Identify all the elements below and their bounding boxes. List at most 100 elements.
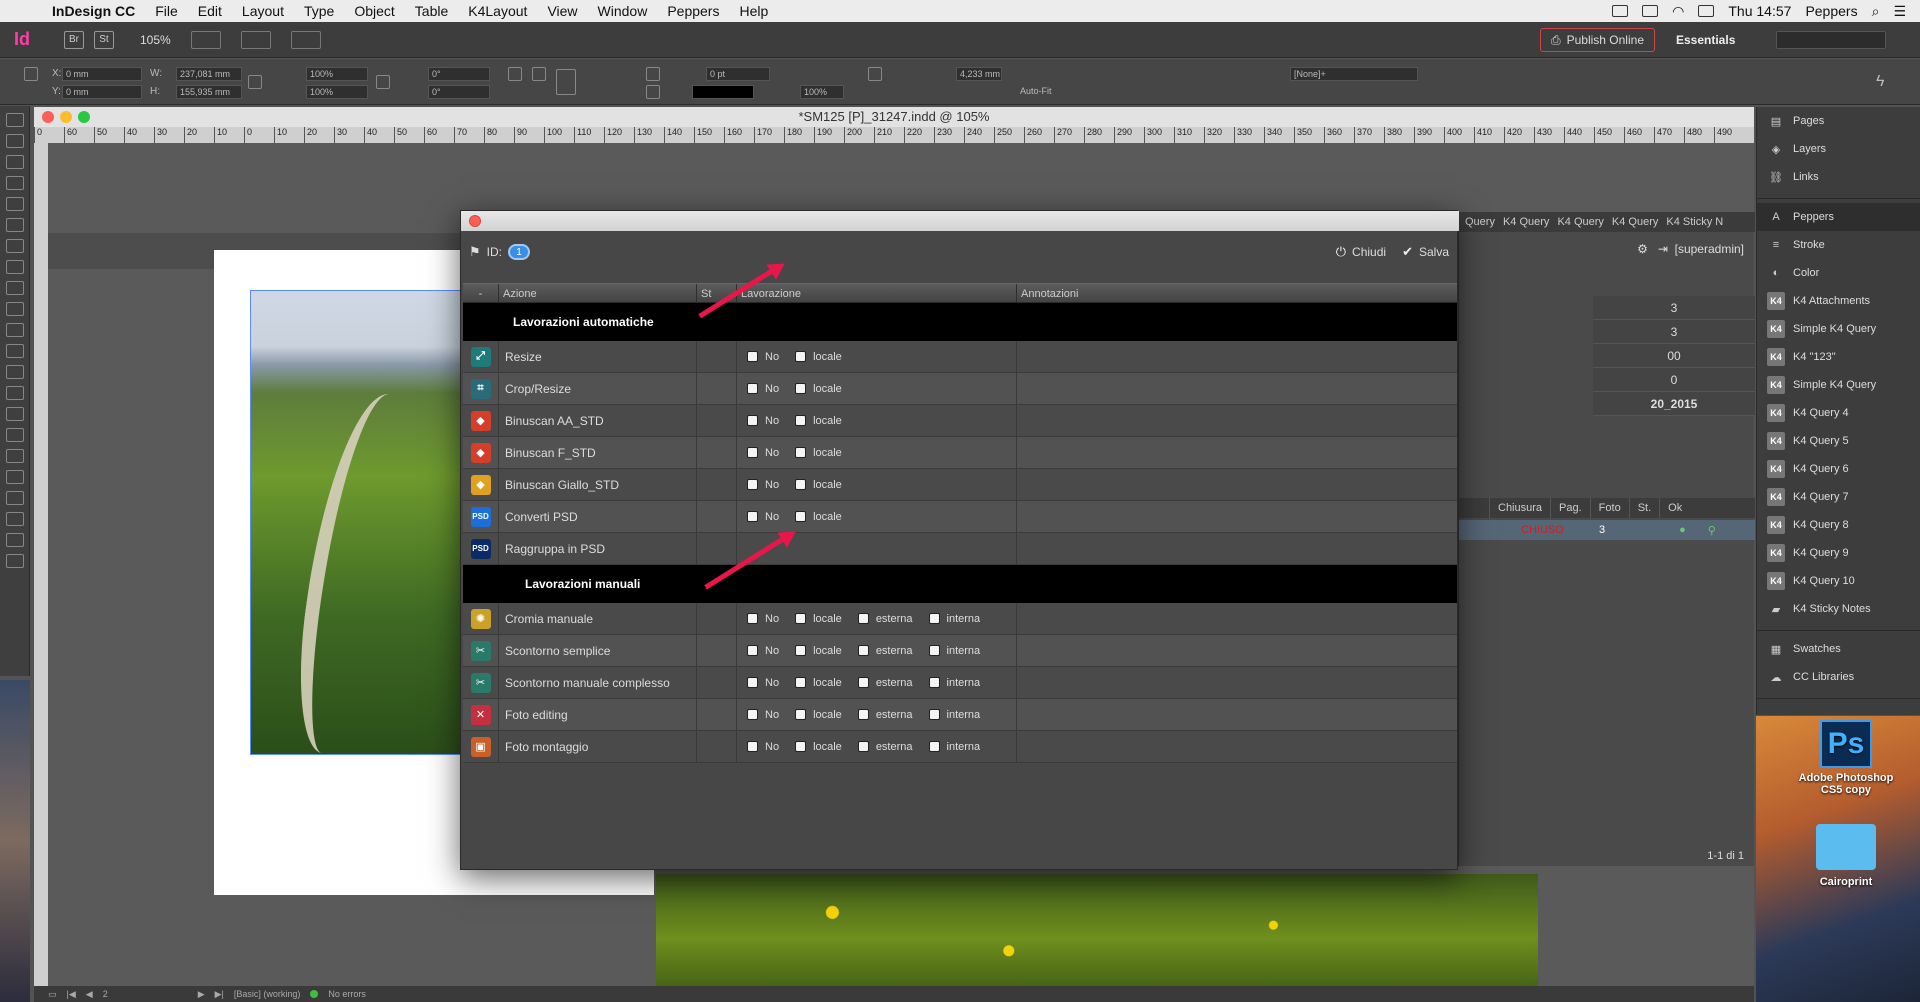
spotlight-icon[interactable]: ⌕	[1872, 3, 1880, 20]
esterna-checkbox[interactable]	[857, 741, 869, 752]
esterna-checkbox[interactable]	[857, 645, 869, 656]
first-page-icon[interactable]: |◀	[67, 989, 76, 1000]
option-no[interactable]: No	[747, 741, 779, 753]
option-no[interactable]: No	[747, 613, 779, 625]
interna-checkbox[interactable]	[928, 677, 940, 688]
view-options-button[interactable]	[190, 30, 221, 49]
annotazioni-cell[interactable]	[1017, 731, 1457, 763]
panel-item[interactable]: K4 K4 Query 9	[1757, 539, 1920, 567]
locale-checkbox[interactable]	[795, 415, 807, 426]
option-locale[interactable]: locale	[795, 741, 842, 753]
logout-icon[interactable]: ⇥	[1658, 242, 1668, 256]
interna-checkbox[interactable]	[928, 645, 940, 656]
annotazioni-cell[interactable]	[1017, 341, 1457, 373]
k4-tab-query-3[interactable]: K4 Query	[1557, 216, 1603, 228]
fill-stroke-icon[interactable]	[5, 512, 24, 526]
prev-page-icon[interactable]: ◀	[86, 989, 93, 1000]
preflight-icon[interactable]: ▭	[48, 989, 57, 1000]
annotazioni-cell[interactable]	[1017, 603, 1457, 635]
errors-status[interactable]: No errors	[328, 989, 366, 999]
zoom-level[interactable]: 105%	[140, 33, 171, 47]
locale-checkbox[interactable]	[795, 741, 807, 752]
autofit-label[interactable]: Auto-Fit	[1020, 86, 1052, 96]
publish-online-button[interactable]: ⎙ Publish Online	[1540, 28, 1655, 52]
table-row[interactable]: ✺ Cromia manuale No locale esterna interna	[463, 602, 1457, 635]
direct-selection-tool-icon[interactable]	[5, 134, 24, 148]
option-esterna[interactable]: esterna	[857, 741, 913, 753]
landscape-image-frame[interactable]	[250, 290, 470, 761]
annotazioni-cell[interactable]	[1017, 437, 1457, 469]
x-field[interactable]: 0 mm	[62, 67, 142, 81]
option-locale[interactable]: locale	[795, 479, 842, 491]
option-no[interactable]: No	[747, 447, 779, 459]
page-number[interactable]: 2	[103, 989, 108, 999]
width-field[interactable]: 237,081 mm	[176, 67, 242, 81]
dimension-field[interactable]: 4,233 mm	[956, 67, 1002, 81]
interna-checkbox[interactable]	[928, 709, 940, 720]
gradient-tool-icon[interactable]	[5, 386, 24, 400]
col-ok[interactable]: Ok	[1659, 498, 1690, 518]
locale-checkbox[interactable]	[795, 709, 807, 720]
stroke-type-select[interactable]	[692, 85, 754, 99]
table-row[interactable]: ✂ Scontorno semplice No locale esterna intern…	[463, 634, 1457, 667]
last-page-icon[interactable]: ▶|	[215, 989, 224, 1000]
esterna-checkbox[interactable]	[857, 709, 869, 720]
panel-item[interactable]: ◈ Layers	[1757, 135, 1920, 163]
shear-field[interactable]: 0°	[428, 85, 490, 99]
menu-view[interactable]: View	[537, 3, 587, 19]
col-foto[interactable]: Foto	[1589, 498, 1629, 518]
annotazioni-cell[interactable]	[1017, 635, 1457, 667]
table-row[interactable]: ▣ Foto montaggio No locale esterna interna	[463, 730, 1457, 763]
option-no[interactable]: No	[747, 383, 779, 395]
locale-checkbox[interactable]	[795, 613, 807, 624]
reference-point-icon[interactable]	[24, 67, 38, 81]
locale-checkbox[interactable]	[795, 447, 807, 458]
panel-item[interactable]: K4 K4 Query 4	[1757, 399, 1920, 427]
y-field[interactable]: 0 mm	[62, 85, 142, 99]
menu-app[interactable]: InDesign CC	[34, 3, 145, 19]
object-style-select[interactable]: [None]+	[1290, 67, 1418, 81]
option-no[interactable]: No	[747, 479, 779, 491]
interna-checkbox[interactable]	[928, 741, 940, 752]
no-checkbox[interactable]	[747, 415, 758, 426]
rectangle-tool-icon[interactable]	[5, 323, 24, 337]
col-st[interactable]: St.	[1628, 498, 1659, 518]
locale-checkbox[interactable]	[795, 645, 807, 656]
table-row[interactable]: ⤢ Resize No locale	[463, 340, 1457, 373]
menu-edit[interactable]: Edit	[188, 3, 232, 19]
esterna-checkbox[interactable]	[857, 677, 869, 688]
esterna-checkbox[interactable]	[857, 613, 869, 624]
scale-x-field[interactable]: 100%	[306, 67, 368, 81]
option-esterna[interactable]: esterna	[857, 677, 913, 689]
option-esterna[interactable]: esterna	[857, 709, 913, 721]
table-row[interactable]: ◆ Binuscan F_STD No locale	[463, 436, 1457, 469]
option-interna[interactable]: interna	[928, 677, 980, 689]
apply-none-icon[interactable]	[5, 533, 24, 547]
option-interna[interactable]: interna	[928, 645, 980, 657]
option-locale[interactable]: locale	[795, 415, 842, 427]
vertical-ruler[interactable]	[34, 143, 48, 993]
rotate-cw-icon[interactable]	[508, 67, 522, 81]
rotate-field[interactable]: 0°	[428, 67, 490, 81]
k4-tab-query-2[interactable]: K4 Query	[1503, 216, 1549, 228]
photoshop-desktop-icon[interactable]: Ps Adobe Photoshop CS5 copy	[1796, 720, 1896, 796]
chiudi-button[interactable]: ⏻ Chiudi	[1336, 244, 1386, 260]
k4-tab-query[interactable]: Query	[1465, 216, 1495, 228]
table-row[interactable]: ⌗ Crop/Resize No locale	[463, 372, 1457, 405]
flowers-image-frame[interactable]	[656, 874, 1538, 1002]
display-icon[interactable]	[1642, 5, 1659, 17]
panel-item[interactable]: K4 K4 Query 7	[1757, 483, 1920, 511]
table-row[interactable]: ◆ Binuscan Giallo_STD No locale	[463, 468, 1457, 501]
panel-item[interactable]: ☁ CC Libraries	[1757, 663, 1920, 691]
menu-k4layout[interactable]: K4Layout	[458, 3, 537, 19]
annotazioni-cell[interactable]	[1017, 699, 1457, 731]
no-checkbox[interactable]	[747, 709, 758, 720]
rectangle-frame-tool-icon[interactable]	[5, 302, 24, 316]
content-collector-icon[interactable]	[5, 197, 24, 211]
menu-table[interactable]: Table	[405, 3, 458, 19]
stock-button[interactable]: St	[94, 30, 114, 49]
no-checkbox[interactable]	[747, 645, 758, 656]
zoom-tool-icon[interactable]	[5, 491, 24, 505]
menu-peppers[interactable]: Peppers	[657, 3, 729, 19]
stroke-weight-field[interactable]: 0 pt	[706, 67, 770, 81]
